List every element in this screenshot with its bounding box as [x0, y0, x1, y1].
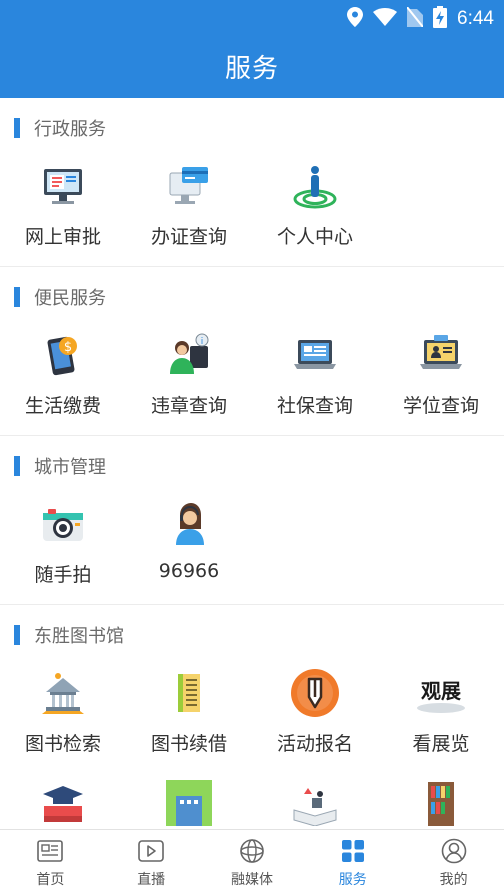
app-bar: 服务 — [0, 34, 504, 98]
pencil-circle-icon — [287, 665, 343, 721]
nav-label: 首页 — [36, 872, 65, 888]
battery-charging-icon — [433, 6, 448, 32]
section-title: 行政服务 — [34, 119, 106, 140]
service-label: 办证查询 — [150, 226, 227, 248]
service-book-search[interactable]: 图书检索 — [0, 665, 126, 775]
service-label: 图书续借 — [150, 733, 227, 755]
book-stack-icon — [161, 665, 217, 721]
section-accent-bar — [14, 625, 20, 645]
section-header: 行政服务 — [0, 98, 504, 158]
service-violation-query[interactable]: i 违章查询 — [126, 327, 252, 437]
person-target-icon — [287, 158, 343, 214]
service-utility-payment[interactable]: $ 生活缴费 — [0, 327, 126, 437]
computer-approval-icon — [35, 158, 91, 214]
library-building-icon — [35, 665, 91, 721]
graduation-book-icon — [35, 775, 91, 829]
service-exhibition[interactable]: 观展 看展览 — [378, 665, 504, 775]
service-label: 网上审批 — [24, 226, 101, 248]
wifi-icon — [373, 8, 398, 30]
nav-label: 直播 — [137, 872, 166, 888]
nav-label: 我的 — [439, 872, 468, 888]
service-library-item-6[interactable] — [126, 775, 252, 829]
service-list[interactable]: 行政服务 网上审批 办证查询 个人中心 便民服务 $ 生活缴费 i 违章查询 社… — [0, 98, 504, 829]
no-sim-icon — [406, 6, 424, 31]
section-accent-bar — [14, 118, 20, 138]
location-icon — [347, 7, 364, 31]
service-label: 违章查询 — [150, 395, 227, 417]
nav-profile[interactable]: 我的 — [403, 830, 504, 896]
section-dongsheng-library: 东胜图书馆 图书检索 图书续借 活动报名 观展 看展览 — [0, 605, 504, 829]
service-library-item-7[interactable] — [252, 775, 378, 829]
service-snapshot[interactable]: 随手拍 — [0, 496, 126, 606]
nav-media[interactable]: 融媒体 — [202, 830, 303, 896]
section-title: 城市管理 — [34, 457, 106, 478]
globe-icon — [238, 837, 266, 865]
svg-text:观展: 观展 — [421, 679, 461, 703]
bookshelf-icon — [413, 775, 469, 829]
open-book-icon — [287, 775, 343, 829]
service-degree-query[interactable]: 学位查询 — [378, 327, 504, 437]
service-personal-center[interactable]: 个人中心 — [252, 158, 378, 268]
section-header: 东胜图书馆 — [0, 605, 504, 665]
service-library-item-5[interactable] — [0, 775, 126, 829]
page-title: 服务 — [224, 53, 279, 84]
service-label: 生活缴费 — [24, 395, 101, 417]
service-online-approval[interactable]: 网上审批 — [0, 158, 126, 268]
service-agent-icon — [161, 496, 217, 552]
service-label: 图书检索 — [24, 733, 101, 755]
nav-live[interactable]: 直播 — [101, 830, 202, 896]
svg-text:i: i — [201, 337, 204, 347]
service-label: 活动报名 — [276, 733, 353, 755]
section-admin-services: 行政服务 网上审批 办证查询 个人中心 — [0, 98, 504, 267]
nav-home[interactable]: 首页 — [0, 830, 101, 896]
nav-label: 融媒体 — [230, 872, 273, 888]
section-accent-bar — [14, 456, 20, 476]
section-header: 便民服务 — [0, 267, 504, 327]
svg-text:$: $ — [64, 340, 72, 355]
nav-services[interactable]: 服务 — [302, 830, 403, 896]
grid-icon — [339, 837, 367, 865]
section-accent-bar — [14, 287, 20, 307]
green-building-icon — [161, 775, 217, 829]
service-social-security-query[interactable]: 社保查询 — [252, 327, 378, 437]
status-bar: 6:44 — [0, 0, 504, 34]
camera-icon — [35, 496, 91, 552]
service-label: 96966 — [158, 560, 220, 582]
service-library-item-8[interactable] — [378, 775, 504, 829]
service-hotline-96966[interactable]: 96966 — [126, 496, 252, 606]
card-query-icon — [161, 158, 217, 214]
play-icon — [137, 837, 165, 865]
status-time: 6:44 — [457, 8, 494, 29]
section-title: 便民服务 — [34, 288, 106, 309]
exhibition-icon: 观展 — [413, 665, 469, 721]
service-event-signup[interactable]: 活动报名 — [252, 665, 378, 775]
service-label: 社保查询 — [276, 395, 353, 417]
newspaper-icon — [36, 837, 64, 865]
service-book-renewal[interactable]: 图书续借 — [126, 665, 252, 775]
section-header: 城市管理 — [0, 436, 504, 496]
section-convenience-services: 便民服务 $ 生活缴费 i 违章查询 社保查询 学位查询 — [0, 267, 504, 436]
service-label: 随手拍 — [34, 564, 92, 586]
phone-payment-icon: $ — [35, 327, 91, 383]
service-certificate-query[interactable]: 办证查询 — [126, 158, 252, 268]
service-label: 个人中心 — [276, 226, 353, 248]
laptop-degree-icon — [413, 327, 469, 383]
nav-label: 服务 — [338, 872, 367, 888]
user-icon — [440, 837, 468, 865]
service-label: 学位查询 — [402, 395, 479, 417]
service-label: 看展览 — [412, 733, 470, 755]
section-title: 东胜图书馆 — [34, 626, 124, 647]
bottom-nav: 首页 直播 融媒体 服务 我的 — [0, 829, 504, 896]
section-city-management: 城市管理 随手拍 96966 — [0, 436, 504, 605]
agent-info-icon: i — [161, 327, 217, 383]
laptop-social-icon — [287, 327, 343, 383]
